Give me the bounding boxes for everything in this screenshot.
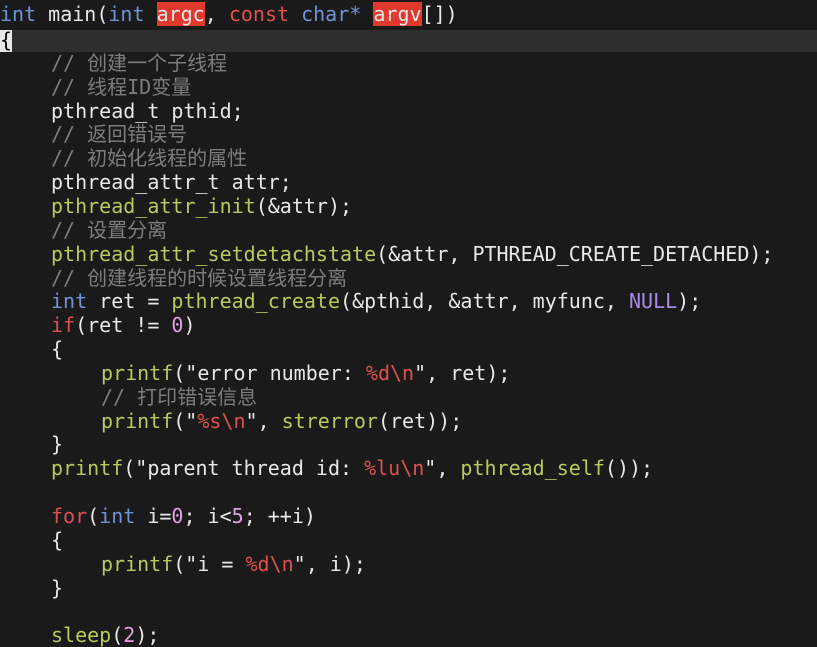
- token-text: (ret));: [377, 409, 463, 433]
- token-text: (: [87, 504, 100, 528]
- token-comment: // 创建一个子线程: [51, 51, 228, 75]
- code-line-comment: // 设置分离: [51, 218, 167, 242]
- token-function: pthread_attr_init: [51, 194, 256, 218]
- token-text: ",: [424, 456, 461, 480]
- token-text: ): [183, 313, 196, 337]
- token-text: ());: [604, 456, 654, 480]
- code-line-comment: // 创建一个子线程: [51, 51, 227, 75]
- token-param-highlighted: argv: [373, 2, 422, 26]
- token-brace: }: [51, 432, 64, 456]
- token-text: ", ret);: [414, 361, 511, 385]
- token-number: 5: [231, 504, 244, 528]
- token-function: printf: [101, 552, 174, 576]
- token-string: (": [173, 409, 198, 433]
- code-line-comment: // 返回错误号: [51, 122, 187, 146]
- code-line: }: [51, 576, 63, 600]
- token-string: ("error number:: [173, 361, 366, 385]
- code-line: printf("i = %d\n", i);: [101, 552, 366, 576]
- code-line: {: [51, 528, 63, 552]
- code-line: if(ret != 0): [51, 313, 196, 337]
- token-punct: []): [421, 2, 458, 26]
- code-line: }: [51, 432, 63, 456]
- token-type: int: [51, 289, 88, 313]
- token-keyword: const: [228, 2, 290, 26]
- token-constant: NULL: [628, 289, 678, 313]
- token-comment: // 设置分离: [51, 218, 168, 242]
- code-line: int ret = pthread_create(&pthid, &attr, …: [51, 289, 701, 313]
- code-line: for(int i=0; i<5; ++i): [51, 504, 316, 528]
- token-function: sleep: [51, 623, 112, 647]
- token-format-specifier: %d\n: [365, 361, 415, 385]
- code-line-signature: int main(int argc, const char* argv[]): [0, 2, 458, 26]
- token-text: ; i<: [183, 504, 232, 528]
- token-punct: (: [96, 2, 109, 26]
- token-function: pthread_create: [171, 289, 340, 313]
- token-text: pthread_attr_t attr;: [51, 170, 292, 194]
- token-comment: // 返回错误号: [51, 122, 188, 146]
- code-line: pthread_attr_t attr;: [51, 170, 292, 194]
- token-function: printf: [101, 361, 174, 385]
- token-text: );: [135, 623, 160, 647]
- token-function: printf: [101, 409, 174, 433]
- code-line-comment: // 创建线程的时候设置线程分离: [51, 266, 347, 290]
- token-type: int: [99, 504, 136, 528]
- code-line-comment: // 线程ID变量: [51, 75, 191, 99]
- token-text: (&attr, PTHREAD_CREATE_DETACHED);: [376, 242, 774, 266]
- token-text: i=: [135, 504, 172, 528]
- token-string: ("parent thread id:: [123, 456, 365, 480]
- token-number: 0: [171, 313, 184, 337]
- token-format-specifier: %lu\n: [364, 456, 425, 480]
- token-brace: {: [51, 337, 64, 361]
- token-brace: }: [51, 576, 64, 600]
- token-function: pthread_attr_setdetachstate: [51, 242, 377, 266]
- token-format-specifier: %d\n: [245, 552, 294, 576]
- token-type: char*: [301, 2, 362, 26]
- token-text: ret =: [87, 289, 172, 313]
- token-type: int: [0, 2, 37, 26]
- token-param-highlighted: argc: [156, 2, 205, 26]
- token-number: 2: [123, 623, 136, 647]
- token-func-name: main: [48, 2, 97, 26]
- code-line: pthread_attr_setdetachstate(&attr, PTHRE…: [51, 242, 773, 266]
- token-punct: ,: [204, 2, 217, 26]
- code-editor[interactable]: int main(int argc, const char* argv[]) {…: [0, 0, 817, 647]
- code-line: sleep(2);: [51, 623, 159, 647]
- token-string: ("i =: [173, 552, 246, 576]
- code-line-comment: // 初始化线程的属性: [51, 146, 247, 170]
- token-function: pthread_self: [460, 456, 605, 480]
- code-line: printf("%s\n", strerror(ret));: [101, 409, 462, 433]
- current-line-highlight: [0, 30, 817, 52]
- token-text: ", i);: [293, 552, 366, 576]
- code-line-open-brace: {: [0, 28, 12, 52]
- code-line: printf("parent thread id: %lu\n", pthrea…: [51, 456, 653, 480]
- token-comment: // 打印错误信息: [101, 385, 258, 409]
- token-text: pthread_t pthid;: [51, 99, 244, 123]
- code-line: pthread_t pthid;: [51, 99, 244, 123]
- token-text: (&attr);: [255, 194, 353, 218]
- token-function: printf: [51, 456, 124, 480]
- code-line: {: [51, 337, 63, 361]
- token-text: ; ++i): [243, 504, 316, 528]
- code-line: pthread_attr_init(&attr);: [51, 194, 352, 218]
- token-function: strerror: [281, 409, 378, 433]
- token-text: );: [677, 289, 702, 313]
- token-comment: // 线程ID变量: [51, 75, 192, 99]
- token-number: 0: [171, 504, 184, 528]
- token-text: (: [111, 623, 124, 647]
- token-format-specifier: %s\n: [197, 409, 246, 433]
- token-text: ",: [245, 409, 282, 433]
- token-brace: {: [0, 28, 13, 52]
- token-keyword: if: [51, 313, 76, 337]
- token-comment: // 创建线程的时候设置线程分离: [51, 266, 348, 290]
- token-keyword: for: [51, 504, 88, 528]
- code-line-comment: // 打印错误信息: [101, 385, 257, 409]
- token-text: (&pthid, &attr, myfunc,: [340, 289, 629, 313]
- token-text: (ret !=: [75, 313, 172, 337]
- token-brace: {: [51, 528, 64, 552]
- code-line: printf("error number: %d\n", ret);: [101, 361, 510, 385]
- token-type: int: [108, 2, 145, 26]
- token-comment: // 初始化线程的属性: [51, 146, 248, 170]
